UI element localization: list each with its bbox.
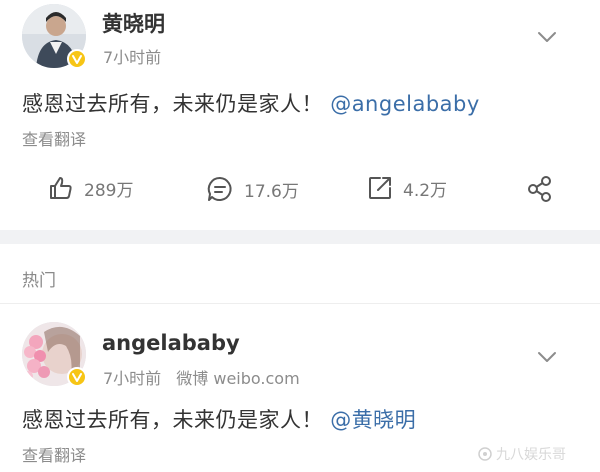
mention-link[interactable]: @angelababy (330, 92, 480, 116)
share-button[interactable] (526, 175, 554, 207)
more-options-button[interactable] (537, 348, 557, 367)
post-meta: 7小时前 微博 weibo.com (103, 365, 300, 389)
repost-count: 4.2万 (403, 180, 448, 201)
post-text: 感恩过去所有，未来仍是家人！ (22, 92, 323, 116)
verified-badge-icon (67, 367, 87, 387)
username[interactable]: 黄晓明 (102, 8, 165, 38)
post-content: 感恩过去所有，未来仍是家人！ @angelababy (22, 88, 480, 118)
post-text: 感恩过去所有，未来仍是家人！ (22, 408, 323, 432)
divider-line (0, 303, 600, 304)
share-icon (528, 176, 551, 202)
watermark-logo-icon (478, 447, 492, 461)
post-source[interactable]: 微博 weibo.com (176, 369, 299, 388)
translate-link[interactable]: 查看翻译 (22, 126, 86, 150)
mention-link[interactable]: @黄晓明 (330, 408, 416, 432)
like-button[interactable]: 289万 (48, 175, 133, 201)
comment-count: 17.6万 (244, 181, 299, 202)
post-content: 感恩过去所有，未来仍是家人！ @黄晓明 (22, 404, 416, 434)
watermark: 九八娱乐哥 (478, 444, 566, 464)
comment-button[interactable]: 17.6万 (206, 175, 299, 203)
thumbs-up-icon (50, 177, 72, 199)
more-options-button[interactable] (537, 28, 557, 47)
post-time: 7小时前 (103, 369, 162, 388)
repost-icon (369, 177, 391, 199)
watermark-text: 九八娱乐哥 (496, 447, 566, 463)
chevron-down-icon (538, 32, 556, 42)
chevron-down-icon (538, 352, 556, 362)
post-time: 7小时前 (103, 48, 162, 67)
username[interactable]: angelababy (102, 331, 240, 355)
comment-icon (207, 176, 232, 201)
section-divider (0, 230, 600, 244)
repost-button[interactable]: 4.2万 (367, 175, 447, 201)
translate-link[interactable]: 查看翻译 (22, 442, 86, 466)
verified-badge-icon (67, 49, 87, 69)
section-label-hot: 热门 (22, 271, 56, 291)
like-count: 289万 (84, 180, 134, 201)
